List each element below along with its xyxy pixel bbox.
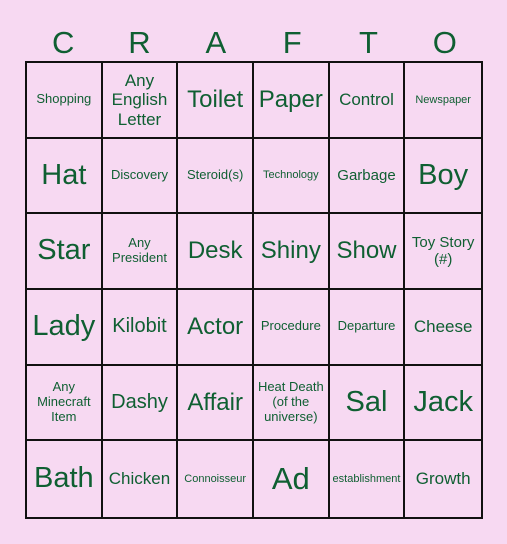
cell-text: Steroid(s) bbox=[186, 167, 244, 183]
cell-text: Any Minecraft Item bbox=[37, 379, 91, 424]
bingo-cell[interactable]: Affair bbox=[178, 365, 254, 442]
cell-text: Lady bbox=[32, 310, 96, 343]
header-letter: R bbox=[128, 25, 151, 60]
bingo-cell[interactable]: Toy Story (#) bbox=[405, 214, 481, 290]
cell-text: Shopping bbox=[36, 91, 92, 107]
bingo-cell[interactable]: Show bbox=[329, 214, 406, 290]
bingo-cell[interactable]: Procedure bbox=[253, 289, 330, 366]
header-letter: A bbox=[205, 25, 227, 60]
cell-text: Kilobit bbox=[112, 315, 167, 338]
cell-text: Shiny bbox=[260, 237, 321, 265]
cell-text: establishment bbox=[332, 472, 401, 485]
cell-text: Chicken bbox=[108, 469, 171, 489]
cell-text: Star bbox=[37, 234, 91, 267]
bingo-cell[interactable]: Jack bbox=[405, 366, 481, 442]
bingo-cell[interactable]: Shopping bbox=[27, 63, 103, 139]
cell-text: Connoisseur bbox=[184, 472, 247, 485]
bingo-cell[interactable]: Ad bbox=[254, 441, 330, 517]
bingo-cell[interactable]: Dashy bbox=[102, 365, 179, 442]
bingo-cell[interactable]: Growth bbox=[405, 441, 481, 517]
cell-text: Growth bbox=[415, 469, 471, 489]
bingo-cell[interactable]: Any Minecraft Item bbox=[27, 365, 103, 442]
bingo-cell[interactable]: Kilobit bbox=[102, 289, 179, 366]
cell-text: Bath bbox=[33, 462, 94, 495]
bingo-cell[interactable]: Chicken bbox=[103, 441, 179, 517]
header-letter: O bbox=[432, 25, 457, 60]
cell-text: Toilet bbox=[187, 86, 244, 114]
bingo-cell[interactable]: Technology bbox=[253, 138, 330, 215]
cell-text: Any President bbox=[112, 235, 167, 266]
bingo-cell[interactable]: Desk bbox=[178, 214, 254, 290]
cell-text: Procedure bbox=[260, 318, 321, 334]
bingo-header: C R A F T O bbox=[25, 24, 483, 60]
bingo-cell[interactable]: Shiny bbox=[253, 214, 330, 290]
cell-text: Hat bbox=[41, 158, 87, 191]
cell-text: Discovery bbox=[110, 167, 169, 183]
bingo-cell[interactable]: Sal bbox=[329, 365, 406, 442]
bingo-cell[interactable]: Any President bbox=[102, 214, 179, 290]
bingo-cell[interactable]: establishment bbox=[330, 441, 406, 517]
bingo-cell[interactable]: Departure bbox=[329, 289, 406, 366]
cell-text: Control bbox=[339, 90, 394, 110]
header-letter: T bbox=[359, 25, 378, 60]
cell-text: Any English Letter bbox=[111, 70, 168, 129]
bingo-cell[interactable]: Actor bbox=[178, 289, 254, 366]
bingo-cell[interactable]: Steroid(s) bbox=[178, 138, 254, 215]
cell-text: Jack bbox=[413, 385, 473, 418]
bingo-cell[interactable]: Toilet bbox=[178, 63, 254, 139]
cell-text: Toy Story (#) bbox=[411, 233, 475, 269]
cell-text: Affair bbox=[187, 388, 243, 416]
bingo-cell[interactable]: Control bbox=[329, 63, 406, 139]
bingo-cell[interactable]: Any English Letter bbox=[102, 63, 179, 139]
bingo-cell[interactable]: Heat Death (of the universe) bbox=[253, 365, 330, 442]
bingo-cell[interactable]: Paper bbox=[253, 63, 330, 139]
header-letter: F bbox=[282, 25, 302, 60]
cell-text: Paper bbox=[258, 86, 323, 114]
bingo-cell[interactable]: Bath bbox=[27, 441, 103, 517]
cell-text: Sal bbox=[345, 385, 388, 418]
cell-text: Newspaper bbox=[415, 93, 471, 106]
bingo-cell[interactable]: Newspaper bbox=[405, 63, 481, 139]
cell-text: Heat Death (of the universe) bbox=[257, 379, 324, 424]
cell-text: Actor bbox=[187, 313, 244, 341]
cell-text: Technology bbox=[262, 169, 319, 182]
cell-text: Garbage bbox=[337, 166, 396, 184]
cell-text: Show bbox=[336, 237, 397, 265]
cell-text: Boy bbox=[418, 158, 469, 191]
cell-text: Desk bbox=[187, 237, 243, 265]
bingo-cell[interactable]: Boy bbox=[405, 139, 481, 215]
bingo-board: Shopping Any English Letter Toilet Paper… bbox=[25, 61, 483, 519]
bingo-cell[interactable]: Connoisseur bbox=[178, 441, 254, 517]
bingo-cell[interactable]: Discovery bbox=[102, 138, 179, 215]
cell-text: Departure bbox=[337, 318, 396, 334]
bingo-cell[interactable]: Garbage bbox=[329, 138, 406, 215]
bingo-cell[interactable]: Star bbox=[27, 214, 103, 290]
bingo-cell[interactable]: Cheese bbox=[405, 290, 481, 366]
header-letter: C bbox=[51, 25, 75, 60]
bingo-cell[interactable]: Hat bbox=[27, 138, 103, 215]
bingo-cell[interactable]: Lady bbox=[27, 289, 103, 366]
cell-text: Ad bbox=[271, 461, 310, 497]
cell-text: Dashy bbox=[111, 390, 168, 413]
cell-text: Cheese bbox=[413, 317, 473, 337]
